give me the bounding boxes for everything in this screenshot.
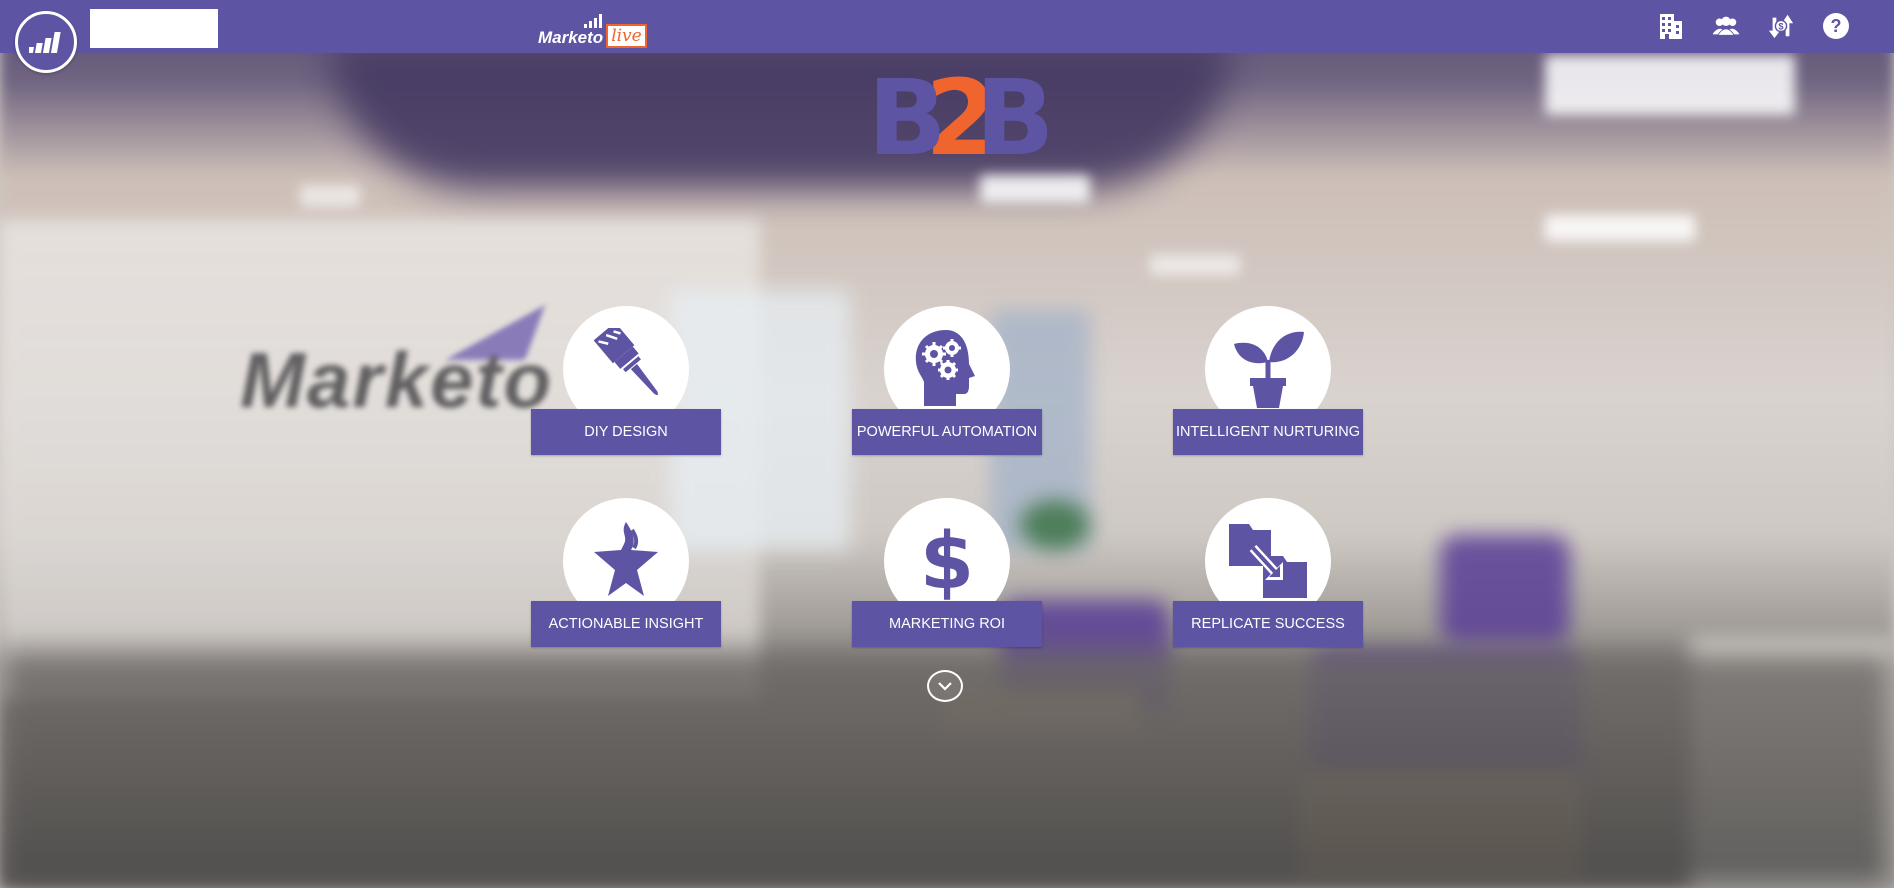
feature-powerful-automation[interactable]: POWERFUL AUTOMATION	[852, 306, 1042, 456]
b2b-logo-middle: 2	[924, 57, 998, 179]
svg-text:?: ?	[1831, 16, 1842, 36]
logo-live-badge: live	[606, 24, 647, 48]
head-gears-icon	[915, 330, 975, 406]
money-exchange-icon[interactable]: $	[1767, 11, 1795, 41]
search-input[interactable]	[90, 9, 218, 48]
feature-label: POWERFUL AUTOMATION	[852, 409, 1042, 455]
marketo-home-button[interactable]	[15, 11, 77, 73]
plant-icon	[1234, 331, 1304, 408]
feature-label: MARKETING ROI	[852, 601, 1042, 647]
b2b-logo-left: B	[867, 57, 947, 179]
help-icon[interactable]: ?	[1822, 11, 1850, 41]
feature-replicate-success[interactable]: REPLICATE SUCCESS	[1173, 498, 1363, 648]
b2b-logo-right: B	[975, 57, 1054, 179]
svg-text:$: $	[1778, 22, 1784, 32]
feature-label: INTELLIGENT NURTURING	[1173, 409, 1363, 455]
paintbrush-icon	[593, 328, 659, 396]
feature-marketing-roi[interactable]: $ MARKETING ROI	[852, 498, 1042, 648]
b2b-logo: B 2 B	[860, 57, 1055, 179]
feature-intelligent-nurturing[interactable]: INTELLIGENT NURTURING	[1173, 306, 1363, 456]
feature-label: DIY DESIGN	[531, 409, 721, 455]
logo-wordmark: Marketo	[538, 28, 604, 47]
feature-diy-design[interactable]: DIY DESIGN	[531, 306, 721, 456]
feature-actionable-insight[interactable]: ACTIONABLE INSIGHT	[531, 498, 721, 648]
flaming-star-icon	[594, 522, 658, 596]
signal-bars-icon	[584, 14, 602, 28]
people-icon[interactable]	[1712, 11, 1740, 41]
svg-text:$: $	[920, 520, 974, 600]
marketo-bars-icon	[29, 32, 61, 53]
building-icon[interactable]	[1657, 11, 1685, 41]
dollar-icon: $	[920, 520, 974, 600]
top-bar: Marketo live $ ?	[0, 0, 1894, 53]
feature-label: REPLICATE SUCCESS	[1173, 601, 1363, 647]
scroll-down-button[interactable]	[927, 670, 963, 702]
feature-label: ACTIONABLE INSIGHT	[531, 601, 721, 647]
marketo-live-logo[interactable]: Marketo live	[538, 14, 647, 48]
folder-copy-icon	[1229, 524, 1307, 598]
chevron-down-icon	[938, 682, 952, 691]
